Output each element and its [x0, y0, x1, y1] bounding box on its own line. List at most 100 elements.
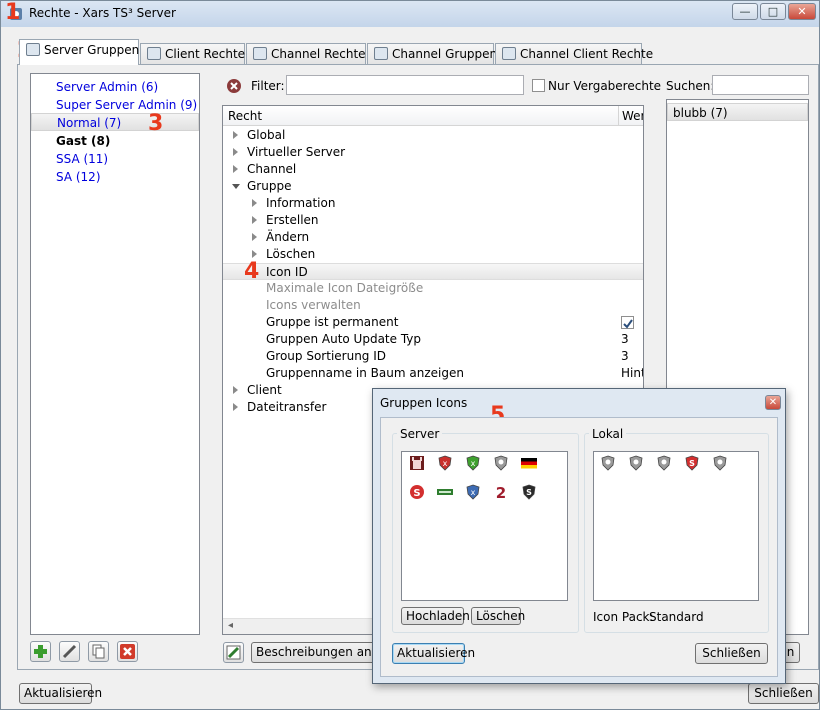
tree-row[interactable]: Maximale Icon Dateigröße: [223, 280, 643, 297]
red-s-shield-icon[interactable]: S: [684, 455, 700, 471]
red-two-icon[interactable]: 2: [493, 484, 509, 502]
collapsed-arrow-icon[interactable]: [252, 250, 257, 258]
tree-row-value: 3: [621, 332, 629, 346]
permission-checkbox[interactable]: [621, 316, 634, 329]
close-button[interactable]: ✕: [788, 3, 816, 20]
aktualisieren-button[interactable]: Aktualisieren: [19, 683, 102, 704]
filter-clear-icon[interactable]: [226, 78, 242, 94]
delete-icon: [120, 644, 135, 659]
svg-text:x: x: [471, 459, 476, 468]
edit-icon-button[interactable]: [223, 642, 244, 663]
beschreibungen-button[interactable]: Beschreibungen anzeige: [251, 642, 376, 663]
tree-row[interactable]: Icons verwalten: [223, 297, 643, 314]
collapsed-arrow-icon[interactable]: [233, 148, 238, 156]
window-title: Rechte - Xars TS³ Server: [29, 6, 176, 20]
tree-row[interactable]: Global: [223, 127, 643, 144]
rename-group-button[interactable]: [59, 641, 80, 662]
collapsed-arrow-icon[interactable]: [252, 216, 257, 224]
tree-row[interactable]: Gruppe ist permanent: [223, 314, 643, 331]
red-shield-icon[interactable]: x: [437, 455, 453, 471]
red-round-s-icon[interactable]: S: [409, 484, 425, 500]
maximize-button[interactable]: □: [760, 3, 786, 20]
tree-row-value: 3: [621, 349, 629, 363]
collapsed-arrow-icon[interactable]: [233, 131, 238, 139]
dialog-schliessen-button[interactable]: Schließen: [695, 643, 768, 664]
list-item[interactable]: SA (12): [31, 168, 199, 186]
tab-label: Channel Client Rechte: [520, 47, 654, 61]
group-list: Server Admin (6) Super Server Admin (9) …: [30, 73, 200, 635]
loeschen-button[interactable]: Löschen: [471, 607, 525, 625]
delete-group-button[interactable]: [117, 641, 138, 662]
tree-row[interactable]: Channel: [223, 161, 643, 178]
tab-label: Channel Rechte: [271, 47, 366, 61]
collapsed-arrow-icon[interactable]: [233, 165, 238, 173]
list-item[interactable]: Server Admin (6): [31, 78, 199, 96]
tree-row[interactable]: Information: [223, 195, 643, 212]
icon-pack-value: Standard: [649, 610, 704, 624]
svg-text:x: x: [471, 488, 476, 497]
column-header-wert[interactable]: Wer: [622, 109, 643, 123]
nur-vergaberechte-checkbox[interactable]: [532, 79, 545, 92]
tree-row-label: Client: [247, 383, 282, 397]
tree-row[interactable]: Löschen: [223, 246, 643, 263]
tree-row[interactable]: Group Sortierung ID 3: [223, 348, 643, 365]
hochladen-button[interactable]: Hochladen: [401, 607, 470, 625]
list-item[interactable]: blubb (7): [667, 103, 808, 121]
gray-shield-icon[interactable]: [656, 455, 672, 471]
dialog-close-button[interactable]: ✕: [765, 395, 781, 410]
tab-channel-gruppen[interactable]: Channel Gruppen: [367, 43, 498, 64]
green-tag-icon[interactable]: [437, 484, 453, 500]
tree-row[interactable]: Gruppenname in Baum anzeigen Hint: [223, 365, 643, 382]
list-item[interactable]: Normal (7): [31, 113, 199, 131]
collapsed-arrow-icon[interactable]: [252, 233, 257, 241]
svg-text:2: 2: [496, 484, 506, 500]
green-shield-icon[interactable]: x: [465, 455, 481, 471]
tree-row[interactable]: Gruppe: [223, 178, 643, 195]
add-group-button[interactable]: [30, 641, 51, 662]
server-group-icon: [26, 43, 40, 56]
castle-icon[interactable]: [409, 455, 425, 471]
gray-shield-icon[interactable]: [628, 455, 644, 471]
black-s-shield-icon[interactable]: S: [521, 484, 537, 500]
column-divider: [618, 106, 619, 126]
search-input[interactable]: [712, 75, 809, 95]
gray-shield-icon[interactable]: [712, 455, 728, 471]
german-flag-icon[interactable]: [521, 455, 537, 471]
blue-shield-icon[interactable]: x: [465, 484, 481, 500]
scroll-left-arrow-icon[interactable]: ◂: [228, 620, 233, 631]
tree-row-label: Virtueller Server: [247, 145, 346, 159]
list-item[interactable]: SSA (11): [31, 150, 199, 168]
tree-row[interactable]: Ändern: [223, 229, 643, 246]
tree-header: Recht Wer: [223, 106, 643, 126]
collapsed-arrow-icon[interactable]: [233, 386, 238, 394]
tab-server-gruppen[interactable]: Server Gruppen: [19, 39, 139, 65]
channel-group-icon: [374, 47, 388, 60]
column-header-recht[interactable]: Recht: [228, 109, 262, 123]
tree-row[interactable]: Icon ID: [223, 263, 643, 280]
tab-channel-client-rechte[interactable]: Channel Client Rechte: [495, 43, 653, 64]
tab-client-rechte[interactable]: Client Rechte: [140, 43, 245, 64]
expanded-arrow-icon[interactable]: [232, 184, 240, 193]
minimize-button[interactable]: —: [732, 3, 758, 20]
tree-row-label: Maximale Icon Dateigröße: [266, 281, 424, 295]
annotation-marker-4: 4: [244, 259, 260, 284]
tab-channel-rechte[interactable]: Channel Rechte: [246, 43, 366, 64]
tab-label: Channel Gruppen: [392, 47, 498, 61]
filter-input[interactable]: [286, 75, 524, 95]
dialog-aktualisieren-button[interactable]: Aktualisieren: [392, 643, 475, 664]
tree-row[interactable]: Erstellen: [223, 212, 643, 229]
gray-shield-icon[interactable]: [493, 455, 509, 471]
copy-group-button[interactable]: [88, 641, 109, 662]
tab-label: Client Rechte: [165, 47, 246, 61]
list-item[interactable]: Gast (8): [31, 132, 199, 150]
tree-row-label: Dateitransfer: [247, 400, 327, 414]
collapsed-arrow-icon[interactable]: [233, 403, 238, 411]
schliessen-button[interactable]: Schließen: [748, 683, 819, 704]
tree-row[interactable]: Virtueller Server: [223, 144, 643, 161]
gray-shield-icon[interactable]: [600, 455, 616, 471]
collapsed-arrow-icon[interactable]: [252, 199, 257, 207]
list-item[interactable]: Super Server Admin (9): [31, 96, 199, 114]
lokal-legend: Lokal: [589, 427, 627, 441]
tree-row[interactable]: Gruppen Auto Update Typ 3: [223, 331, 643, 348]
edit-icon: [226, 645, 241, 660]
